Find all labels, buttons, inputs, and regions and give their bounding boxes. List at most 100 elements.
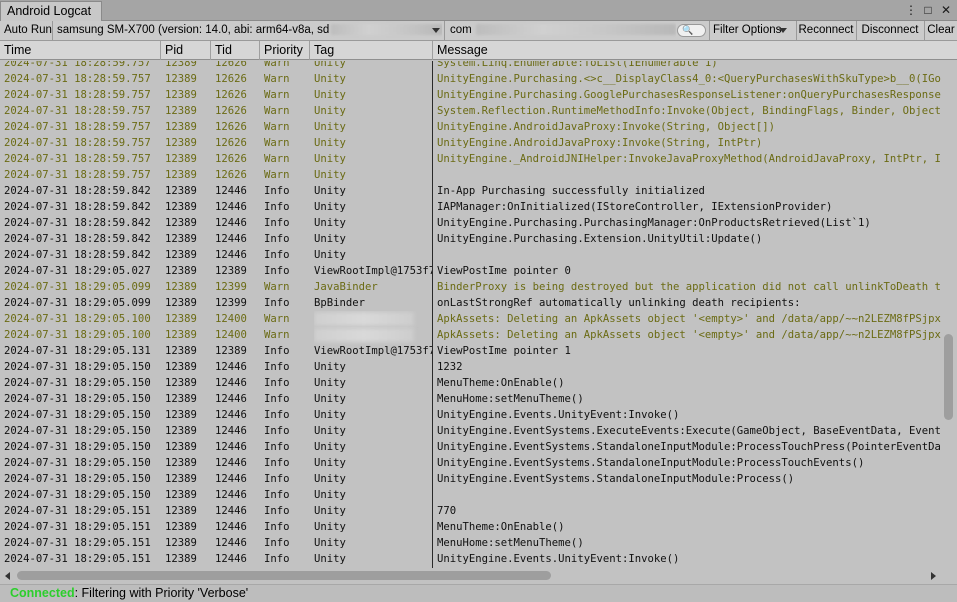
- horizontal-scrollbar[interactable]: [0, 568, 941, 584]
- log-priority: Info: [264, 201, 290, 213]
- log-time: 2024-07-31 18:29:05.151: [4, 553, 151, 565]
- log-time: 2024-07-31 18:29:05.099: [4, 297, 151, 309]
- log-priority: Info: [264, 297, 290, 309]
- log-row[interactable]: 2024-07-31 18:29:05.099 12389 12399 Info BpB…: [0, 295, 941, 311]
- log-list[interactable]: 2024-07-31 18:28:59.757 12389 12626 Warn Uni…: [0, 61, 941, 568]
- log-row[interactable]: 2024-07-31 18:28:59.757 12389 12626 Warn Uni…: [0, 119, 941, 135]
- log-time: 2024-07-31 18:29:05.150: [4, 425, 151, 437]
- log-tag: Unity: [314, 249, 346, 261]
- horizontal-scrollbar-thumb[interactable]: [17, 571, 551, 580]
- search-icon[interactable]: 🔍: [677, 24, 706, 37]
- column-header-priority[interactable]: Priority: [260, 41, 310, 60]
- log-priority: Warn: [264, 121, 290, 133]
- log-pid: 12389: [165, 393, 197, 405]
- scroll-left-icon[interactable]: [5, 572, 10, 580]
- log-row[interactable]: 2024-07-31 18:28:59.842 12389 12446 Info Uni…: [0, 231, 941, 247]
- vertical-scrollbar-thumb[interactable]: [944, 334, 953, 420]
- log-tid: 12626: [215, 137, 247, 149]
- reconnect-button[interactable]: Reconnect: [797, 21, 855, 40]
- chevron-down-icon[interactable]: [432, 28, 440, 33]
- log-row[interactable]: 2024-07-31 18:29:05.100 12389 12400 Warn Apk…: [0, 311, 941, 327]
- log-row[interactable]: 2024-07-31 18:29:05.151 12389 12446 Info Uni…: [0, 535, 941, 551]
- filter-status-text: : Filtering with Priority 'Verbose': [74, 586, 249, 600]
- log-message: MenuTheme:OnEnable(): [437, 377, 565, 389]
- clear-button[interactable]: Clear: [925, 21, 957, 40]
- log-row[interactable]: 2024-07-31 18:29:05.131 12389 12389 Info Vie…: [0, 343, 941, 359]
- filter-input[interactable]: com: [446, 21, 676, 40]
- log-pid: 12389: [165, 121, 197, 133]
- log-row[interactable]: 2024-07-31 18:29:05.150 12389 12446 Info Uni…: [0, 359, 941, 375]
- redacted-device-text: [331, 24, 442, 36]
- log-message: UnityEngine._AndroidJNIHelper:InvokeJava…: [437, 153, 941, 165]
- log-message: 770: [437, 505, 457, 517]
- log-tid: 12446: [215, 233, 247, 245]
- log-priority: Info: [264, 505, 290, 517]
- log-row[interactable]: 2024-07-31 18:28:59.757 12389 12626 Warn Uni…: [0, 151, 941, 167]
- device-dropdown[interactable]: samsung SM-X700 (version: 14.0, abi: arm…: [53, 21, 442, 40]
- log-row[interactable]: 2024-07-31 18:29:05.150 12389 12446 Info Uni…: [0, 471, 941, 487]
- log-row[interactable]: 2024-07-31 18:29:05.150 12389 12446 Info Uni…: [0, 423, 941, 439]
- column-header-message[interactable]: Message: [433, 41, 957, 60]
- log-tid: 12446: [215, 425, 247, 437]
- column-header-pid[interactable]: Pid: [161, 41, 211, 60]
- log-row[interactable]: 2024-07-31 18:29:05.150 12389 12446 Info Uni…: [0, 455, 941, 471]
- vertical-scrollbar[interactable]: [941, 61, 957, 568]
- log-row[interactable]: 2024-07-31 18:29:05.027 12389 12389 Info Vie…: [0, 263, 941, 279]
- log-row[interactable]: 2024-07-31 18:28:59.842 12389 12446 Info Uni…: [0, 215, 941, 231]
- log-row[interactable]: 2024-07-31 18:28:59.757 12389 12626 Warn Uni…: [0, 71, 941, 87]
- connection-status: Connected: [10, 586, 75, 600]
- column-header-tid[interactable]: Tid: [211, 41, 260, 60]
- log-row[interactable]: 2024-07-31 18:28:59.842 12389 12446 Info Uni…: [0, 199, 941, 215]
- tab-android-logcat[interactable]: Android Logcat: [0, 1, 102, 21]
- log-pid: 12389: [165, 377, 197, 389]
- log-row[interactable]: 2024-07-31 18:29:05.150 12389 12446 Info Uni…: [0, 407, 941, 423]
- log-row[interactable]: 2024-07-31 18:28:59.842 12389 12446 Info Uni…: [0, 247, 941, 263]
- log-tag: Unity: [314, 169, 346, 181]
- column-header-tag[interactable]: Tag: [310, 41, 433, 60]
- log-row[interactable]: 2024-07-31 18:29:05.150 12389 12446 Info Uni…: [0, 487, 941, 503]
- more-options-icon[interactable]: ⋮: [905, 2, 917, 18]
- log-row[interactable]: 2024-07-31 18:28:59.757 12389 12626 Warn Uni…: [0, 87, 941, 103]
- log-row[interactable]: 2024-07-31 18:28:59.757 12389 12626 Warn Uni…: [0, 103, 941, 119]
- log-message: UnityEngine.Purchasing.PurchasingManager…: [437, 217, 871, 229]
- log-row[interactable]: 2024-07-31 18:29:05.150 12389 12446 Info Uni…: [0, 439, 941, 455]
- log-pid: 12389: [165, 553, 197, 565]
- log-tag: Unity: [314, 137, 346, 149]
- log-row[interactable]: 2024-07-31 18:29:05.150 12389 12446 Info Uni…: [0, 375, 941, 391]
- auto-run-toggle[interactable]: Auto Run: [4, 21, 52, 40]
- disconnect-button[interactable]: Disconnect: [857, 21, 923, 40]
- log-priority: Info: [264, 233, 290, 245]
- log-row[interactable]: 2024-07-31 18:28:59.757 12389 12626 Warn Uni…: [0, 167, 941, 183]
- log-row[interactable]: 2024-07-31 18:28:59.757 12389 12626 Warn Uni…: [0, 135, 941, 151]
- log-priority: Info: [264, 377, 290, 389]
- log-priority: Info: [264, 489, 290, 501]
- log-tag: Unity: [314, 553, 346, 565]
- log-row[interactable]: 2024-07-31 18:28:59.842 12389 12446 Info Uni…: [0, 183, 941, 199]
- log-row[interactable]: 2024-07-31 18:29:05.150 12389 12446 Info Uni…: [0, 391, 941, 407]
- log-tid: 12446: [215, 553, 247, 565]
- log-row[interactable]: 2024-07-31 18:28:59.757 12389 12626 Warn Uni…: [0, 61, 941, 71]
- log-time: 2024-07-31 18:29:05.151: [4, 505, 151, 517]
- log-row[interactable]: 2024-07-31 18:29:05.099 12389 12399 Warn Jav…: [0, 279, 941, 295]
- status-bar: Connected: Filtering with Priority 'Verb…: [0, 584, 957, 602]
- log-tid: 12626: [215, 121, 247, 133]
- scroll-right-icon[interactable]: [931, 572, 936, 580]
- log-row[interactable]: 2024-07-31 18:29:05.151 12389 12446 Info Uni…: [0, 519, 941, 535]
- log-time: 2024-07-31 18:28:59.842: [4, 185, 151, 197]
- log-row[interactable]: 2024-07-31 18:29:05.151 12389 12446 Info Uni…: [0, 503, 941, 519]
- log-tid: 12446: [215, 393, 247, 405]
- maximize-icon[interactable]: □: [923, 2, 933, 18]
- log-priority: Info: [264, 249, 290, 261]
- log-pid: 12389: [165, 537, 197, 549]
- log-message: IAPManager:OnInitialized(IStoreControlle…: [437, 201, 833, 213]
- chevron-down-icon[interactable]: [779, 28, 787, 33]
- log-row[interactable]: 2024-07-31 18:29:05.100 12389 12400 Warn Apk…: [0, 327, 941, 343]
- log-priority: Warn: [264, 313, 290, 325]
- close-icon[interactable]: ✕: [941, 2, 951, 18]
- log-row[interactable]: 2024-07-31 18:29:05.151 12389 12446 Info Uni…: [0, 551, 941, 567]
- log-time: 2024-07-31 18:29:05.151: [4, 521, 151, 533]
- log-pid: 12389: [165, 297, 197, 309]
- log-message: ApkAssets: Deleting an ApkAssets object …: [437, 329, 941, 341]
- column-header-time[interactable]: Time: [0, 41, 161, 60]
- filter-options-button[interactable]: Filter Options: [710, 21, 788, 40]
